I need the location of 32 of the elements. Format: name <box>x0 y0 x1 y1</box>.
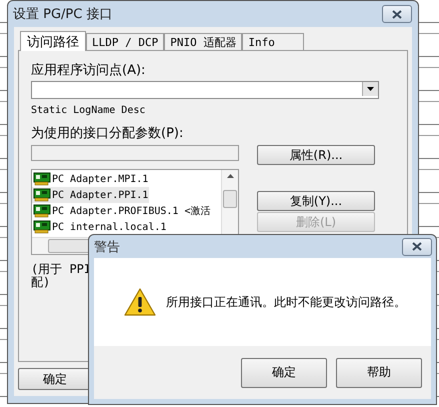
field-label: 为使用的接口分配参数(P): <box>31 125 184 142</box>
network-card-icon <box>33 220 51 234</box>
warning-message: 所用接口正在通讯。此时不能更改访问路径。 <box>166 294 406 310</box>
network-card-icon <box>33 204 51 218</box>
dialog-button[interactable]: 帮助 <box>336 358 422 388</box>
dropdown-arrow-icon <box>367 87 374 91</box>
interface-item[interactable]: PC Adapter.PPI.1 <box>32 187 150 203</box>
window-title: 警告 <box>94 238 120 256</box>
tab[interactable]: LLDP / DCP <box>86 33 164 50</box>
interface-item[interactable]: PC Adapter.PROFIBUS.1 <激活 <box>32 203 212 219</box>
scroll-up-arrow-icon[interactable] <box>226 174 234 178</box>
window-title: 设置 PG/PC 接口 <box>13 6 112 23</box>
side-button[interactable]: 复制(Y)... <box>257 191 375 211</box>
tab[interactable]: PNIO 适配器 <box>164 33 242 50</box>
parameter-field[interactable] <box>31 145 239 161</box>
interface-item[interactable]: PC internal.local.1 <box>32 219 168 235</box>
field-label: 应用程序访问点(A): <box>31 62 146 79</box>
warning-icon <box>124 288 156 316</box>
close-icon <box>412 242 422 251</box>
close-button[interactable] <box>382 5 412 23</box>
close-icon <box>392 10 402 18</box>
side-button[interactable]: 属性(R)... <box>257 145 375 165</box>
tab[interactable]: Info <box>242 33 304 50</box>
interface-item[interactable]: PC Adapter.MPI.1 <box>32 171 150 187</box>
access-point-dropdown[interactable] <box>31 81 379 99</box>
network-card-icon <box>33 172 51 186</box>
dialog-button[interactable]: 确定 <box>241 358 327 388</box>
network-card-icon <box>33 188 51 202</box>
tab[interactable]: 访问路径 <box>20 31 86 51</box>
vertical-scrollbar[interactable] <box>221 170 238 237</box>
close-button[interactable] <box>402 238 432 256</box>
description-text: Static LogName Desc <box>31 105 146 116</box>
